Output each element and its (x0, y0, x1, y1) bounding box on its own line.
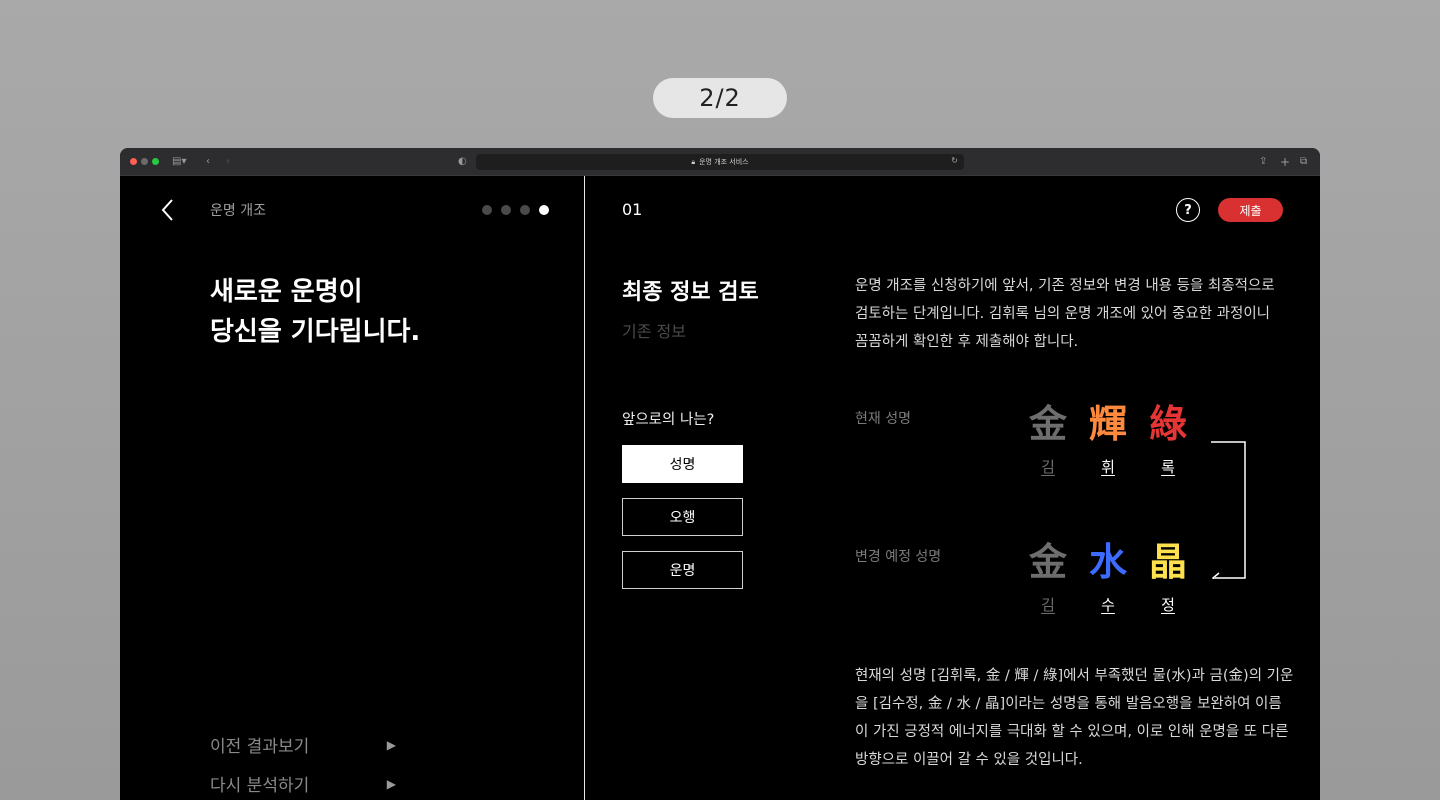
section-subtitle: 기존 정보 (622, 322, 686, 341)
hangul-char: 정 (1161, 596, 1175, 614)
submit-button[interactable]: 제출 (1218, 198, 1283, 222)
browser-window: ▤▾ ‹ › ◐ 🔒︎ 운명 개조 서비스 ↻ ⇪ + ⧉ 운명 개조 새로운 … (120, 148, 1320, 800)
description: 운명 개조를 신청하기에 앞서, 기존 정보와 변경 내용 등을 최종적으로 검… (855, 278, 1275, 350)
reanalyze-link[interactable]: 다시 분석하기 ▶ (210, 771, 396, 796)
hanja-char: 水 (1088, 539, 1127, 584)
progress-dots (482, 205, 549, 215)
hanja-char: 綠 (1148, 401, 1187, 446)
share-icon[interactable]: ⇪ (1259, 154, 1267, 170)
headline: 새로운 운명이 당신을 기다립니다. (210, 272, 420, 352)
hangul-char: 휘 (1101, 458, 1115, 476)
privacy-shield-icon[interactable]: ◐ (458, 154, 467, 170)
change-arrow-icon (1211, 441, 1246, 579)
name-char: 金 김 (1018, 402, 1078, 478)
name-char: 水 수 (1078, 540, 1138, 616)
lock-icon: 🔒︎ (691, 157, 696, 166)
hanja-char: 金 (1028, 401, 1067, 446)
future-label: 앞으로의 나는? (622, 412, 715, 428)
progress-dot (539, 205, 549, 215)
zoom-window-button[interactable] (152, 158, 159, 165)
nav-back-icon[interactable]: ‹ (206, 154, 210, 170)
left-title: 운명 개조 (210, 203, 266, 219)
current-name-chars: 金 김 輝 휘 綠 록 (1018, 402, 1198, 478)
hanja-char: 金 (1028, 539, 1067, 584)
reanalyze-label: 다시 분석하기 (210, 776, 310, 796)
name-char: 金 김 (1018, 540, 1078, 616)
close-window-button[interactable] (130, 158, 137, 165)
left-panel: 운명 개조 새로운 운명이 당신을 기다립니다. 이전 결과보기 ▶ 다시 분석… (120, 176, 585, 800)
right-panel: 01 ? 제출 최종 정보 검토 기존 정보 운명 개조를 신청하기에 앞서, … (586, 176, 1320, 800)
previous-results-link[interactable]: 이전 결과보기 ▶ (210, 732, 396, 757)
nav-forward-icon[interactable]: › (226, 154, 230, 170)
progress-dot (482, 205, 492, 215)
reload-icon[interactable]: ↻ (951, 156, 958, 165)
section-title: 최종 정보 검토 (622, 280, 759, 305)
current-name-label: 현재 성명 (855, 411, 911, 427)
window-controls (130, 158, 159, 165)
hanja-char: 晶 (1148, 539, 1187, 584)
new-tab-icon[interactable]: + (1280, 154, 1290, 170)
address-text: 운명 개조 서비스 (699, 158, 749, 166)
new-name-label: 변경 예정 성명 (855, 549, 942, 565)
headline-line-2: 당신을 기다립니다. (210, 317, 421, 347)
previous-results-label: 이전 결과보기 (210, 737, 310, 757)
progress-dot (520, 205, 530, 215)
option-name-button[interactable]: 성명 (622, 445, 743, 483)
option-five-elements-button[interactable]: 오행 (622, 498, 743, 536)
play-arrow-icon: ▶ (386, 776, 396, 791)
play-arrow-icon: ▶ (386, 737, 396, 752)
headline-line-1: 새로운 운명이 (210, 277, 363, 307)
hangul-char: 김 (1041, 458, 1055, 476)
hanja-char: 輝 (1088, 401, 1127, 446)
page-counter: 2/2 (653, 78, 787, 118)
summary-text: 현재의 성명 [김휘록, 金 / 輝 / 綠]에서 부족했던 물(水)과 금(金… (855, 668, 1294, 768)
step-number: 01 (622, 200, 643, 219)
minimize-window-button[interactable] (141, 158, 148, 165)
tab-overview-icon[interactable]: ⧉ (1300, 154, 1307, 170)
new-name-chars: 金 김 水 수 晶 정 (1018, 540, 1198, 616)
browser-titlebar: ▤▾ ‹ › ◐ 🔒︎ 운명 개조 서비스 ↻ ⇪ + ⧉ (120, 148, 1320, 176)
name-char: 綠 록 (1138, 402, 1198, 478)
hangul-char: 김 (1041, 596, 1055, 614)
name-char: 輝 휘 (1078, 402, 1138, 478)
hangul-char: 록 (1161, 458, 1175, 476)
address-bar[interactable]: 🔒︎ 운명 개조 서비스 ↻ (476, 154, 964, 170)
chevron-left-icon (161, 199, 173, 221)
progress-dot (501, 205, 511, 215)
help-button[interactable]: ? (1176, 198, 1200, 222)
hangul-char: 수 (1101, 596, 1115, 614)
name-char: 晶 정 (1138, 540, 1198, 616)
sidebar-toggle-icon[interactable]: ▤▾ (172, 154, 186, 170)
back-button[interactable] (158, 196, 178, 224)
option-destiny-button[interactable]: 운명 (622, 551, 743, 589)
